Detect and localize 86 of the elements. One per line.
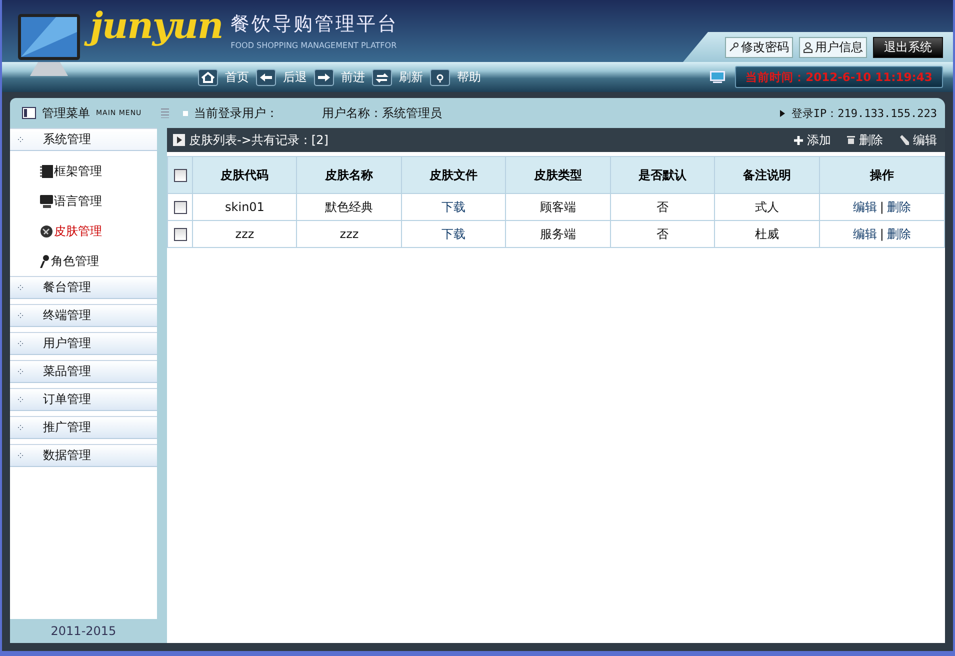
dots-icon (18, 425, 23, 430)
plus-icon (794, 136, 803, 144)
logout-button[interactable]: 退出系统 (873, 36, 943, 58)
pencil-icon (899, 135, 909, 145)
dots-icon (18, 285, 23, 290)
app-title: 餐饮导购管理平台 (230, 12, 399, 36)
menu-item[interactable]: 角色管理 (51, 252, 99, 270)
column-header: 是否默认 (610, 156, 715, 194)
download-link[interactable]: 下载 (401, 220, 506, 248)
table-cell: 式人 (714, 194, 820, 220)
back-icon[interactable] (256, 68, 276, 86)
delete-link[interactable]: 删除 (886, 226, 911, 240)
menu-title: 管理菜单 (42, 104, 90, 122)
disc-icon (40, 224, 53, 238)
panel-icon (22, 107, 36, 119)
row-checkbox[interactable] (174, 201, 186, 214)
login-ip: 登录IP：219.133.155.223 (791, 106, 937, 120)
column-header: 皮肤类型 (506, 156, 610, 194)
list-title: 皮肤列表->共有记录：[2] (189, 132, 328, 148)
column-header: 皮肤代码 (192, 156, 297, 194)
column-header: 操作 (819, 156, 944, 194)
menu-section[interactable]: 终端管理 (10, 304, 157, 327)
copyright-years: 2011-2015 (50, 623, 118, 640)
menu-section[interactable]: 推广管理 (10, 416, 157, 439)
dots-icon (18, 313, 23, 318)
trash-icon (847, 136, 855, 144)
download-link[interactable]: 下载 (401, 194, 506, 220)
delete-link[interactable]: 删除 (886, 200, 911, 214)
edit-link[interactable]: 编辑 (852, 200, 877, 214)
nav-link[interactable]: 后退 (283, 68, 307, 86)
nav-link[interactable]: 刷新 (399, 68, 423, 86)
dots-icon (18, 137, 23, 142)
edit-link[interactable]: 编辑 (852, 226, 877, 240)
user-name: 用户名称：系统管理员 (322, 104, 442, 122)
table-cell: 默色经典 (296, 194, 402, 220)
play-icon (173, 134, 185, 146)
table-cell: 否 (610, 220, 715, 248)
user-info-button[interactable]: 用户信息 (799, 36, 867, 58)
grip-icon (161, 108, 169, 118)
table-cell: 顾客端 (506, 194, 610, 220)
delete-link[interactable]: 删除 (859, 132, 883, 148)
table-cell: zzz (296, 220, 402, 248)
menu-item[interactable]: 语言管理 (54, 192, 102, 210)
screen-icon (710, 71, 725, 83)
refresh-icon[interactable] (372, 68, 392, 86)
app-subtitle: FOOD SHOPPING MANAGEMENT PLATFOR (230, 40, 398, 52)
current-user-label: 当前登录用户： (194, 104, 278, 122)
table-cell: skin01 (192, 194, 297, 220)
user-icon (803, 42, 813, 52)
dots-icon (18, 341, 23, 346)
monitor-icon (40, 194, 53, 208)
menu-section[interactable]: 菜品管理 (10, 360, 157, 383)
select-all-checkbox[interactable] (174, 169, 186, 182)
forward-icon[interactable] (314, 68, 334, 86)
dots-icon (18, 397, 23, 402)
column-header: 皮肤文件 (401, 156, 506, 194)
dots-icon (18, 369, 23, 374)
chip-icon (40, 164, 53, 178)
menu-item[interactable]: 皮肤管理 (54, 222, 102, 240)
clock-display: 当前时间：2012-6-10 11:19:43 (735, 66, 943, 88)
add-link[interactable]: 添加 (807, 132, 831, 148)
table-cell: 服务端 (506, 220, 610, 248)
table-cell: 杜威 (714, 220, 820, 248)
menu-section[interactable]: 订单管理 (10, 388, 157, 411)
menu-section[interactable]: 餐台管理 (10, 276, 157, 299)
nav-link[interactable]: 帮助 (457, 68, 481, 86)
dots-icon (18, 453, 23, 458)
separator: | (880, 226, 884, 240)
nav-link[interactable]: 首页 (225, 68, 249, 86)
menu-section[interactable]: 系统管理 (10, 128, 157, 151)
triangle-icon (780, 110, 786, 116)
figure-icon (40, 254, 50, 268)
bullet-icon (183, 110, 188, 116)
table-cell: zzz (192, 220, 297, 248)
nav-link[interactable]: 前进 (341, 68, 365, 86)
row-checkbox[interactable] (174, 228, 186, 242)
table-cell: 否 (610, 194, 715, 220)
edit-link[interactable]: 编辑 (913, 132, 937, 148)
menu-section[interactable]: 用户管理 (10, 332, 157, 355)
home-icon[interactable] (198, 68, 218, 86)
menu-item[interactable]: 框架管理 (54, 162, 102, 180)
separator: | (880, 200, 884, 214)
column-header: 皮肤名称 (296, 156, 402, 194)
menu-section[interactable]: 数据管理 (10, 444, 157, 467)
column-header: 备注说明 (714, 156, 820, 194)
change-password-button[interactable]: 修改密码 (725, 36, 793, 58)
